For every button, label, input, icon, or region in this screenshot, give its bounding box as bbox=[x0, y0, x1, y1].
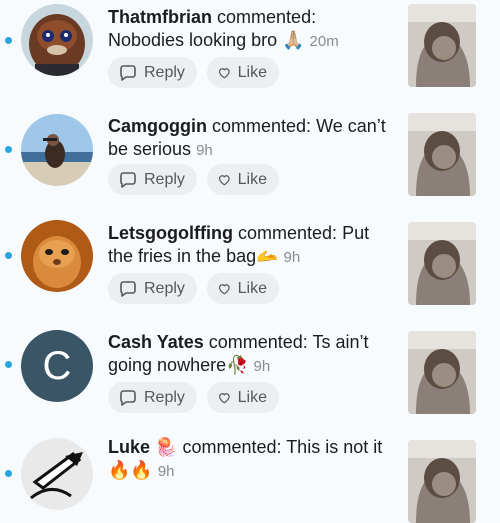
notification-row[interactable]: Luke 🪼 commented: This is not it 🔥🔥 9h bbox=[0, 436, 500, 523]
unread-dot bbox=[5, 470, 12, 477]
reply-button[interactable]: Reply bbox=[108, 164, 197, 195]
timestamp: 9h bbox=[196, 142, 213, 159]
timestamp: 20m bbox=[309, 33, 339, 50]
reply-label: Reply bbox=[144, 63, 185, 81]
unread-dot bbox=[5, 252, 12, 259]
unread-dot bbox=[5, 37, 12, 44]
action-text: commented: bbox=[212, 116, 312, 136]
notification-row[interactable]: Letsgogolffing commented: Put the fries … bbox=[0, 218, 500, 327]
avatar[interactable] bbox=[21, 438, 93, 510]
comment-text: Camgoggin commented: We can’t be serious… bbox=[108, 115, 393, 162]
reply-button[interactable]: Reply bbox=[108, 57, 197, 88]
action-text: commented: bbox=[182, 437, 282, 457]
reply-icon bbox=[120, 64, 136, 81]
username[interactable]: Camgoggin bbox=[108, 116, 207, 136]
notification-row[interactable]: Thatmfbrian commented: Nobodies looking … bbox=[0, 0, 500, 109]
action-text: commented: bbox=[208, 332, 308, 352]
video-thumbnail-image bbox=[408, 113, 476, 196]
username[interactable]: Luke 🪼 bbox=[108, 437, 177, 457]
comment-body: Nobodies looking bro 🙏🏼 bbox=[108, 30, 305, 50]
video-thumbnail-image bbox=[408, 222, 476, 305]
like-button[interactable]: Like bbox=[207, 164, 279, 195]
timestamp: 9h bbox=[283, 249, 301, 266]
video-thumbnail[interactable] bbox=[408, 4, 476, 87]
heart-icon bbox=[218, 283, 230, 294]
timestamp: 9h bbox=[157, 463, 175, 480]
comment-text: Thatmfbrian commented: Nobodies looking … bbox=[108, 6, 393, 53]
comment-text: Luke 🪼 commented: This is not it 🔥🔥 9h bbox=[108, 436, 393, 483]
heart-icon bbox=[218, 174, 230, 185]
reply-icon bbox=[120, 389, 136, 406]
reply-button[interactable]: Reply bbox=[108, 382, 197, 413]
video-thumbnail-image bbox=[408, 331, 476, 414]
like-label: Like bbox=[237, 170, 267, 188]
timestamp: 9h bbox=[253, 358, 271, 375]
like-label: Like bbox=[237, 63, 267, 81]
comment-text: Letsgogolffing commented: Put the fries … bbox=[108, 222, 393, 269]
like-button[interactable]: Like bbox=[207, 273, 279, 304]
drawing-avatar-icon bbox=[21, 438, 93, 510]
avatar[interactable] bbox=[21, 4, 93, 76]
like-label: Like bbox=[237, 279, 267, 297]
reply-icon bbox=[120, 171, 136, 188]
reply-label: Reply bbox=[144, 279, 185, 297]
like-button[interactable]: Like bbox=[207, 382, 279, 413]
notification-row[interactable]: C Cash Yates commented: Ts ain’t going n… bbox=[0, 327, 500, 436]
video-thumbnail[interactable] bbox=[408, 222, 476, 305]
reply-label: Reply bbox=[144, 170, 185, 188]
video-thumbnail-image bbox=[408, 4, 476, 87]
avatar[interactable] bbox=[21, 220, 93, 292]
username[interactable]: Thatmfbrian bbox=[108, 7, 212, 27]
cat-avatar-icon bbox=[21, 220, 93, 292]
video-thumbnail[interactable] bbox=[408, 331, 476, 414]
action-text: commented: bbox=[217, 7, 317, 27]
like-button[interactable]: Like bbox=[207, 57, 279, 88]
beach-avatar-icon bbox=[21, 114, 93, 186]
reply-label: Reply bbox=[144, 388, 185, 406]
video-thumbnail[interactable] bbox=[408, 113, 476, 196]
notification-row[interactable]: Camgoggin commented: We can’t be serious… bbox=[0, 109, 500, 218]
video-thumbnail-image bbox=[408, 440, 476, 523]
character-avatar-icon bbox=[21, 4, 93, 76]
reply-button[interactable]: Reply bbox=[108, 273, 197, 304]
heart-icon bbox=[218, 67, 230, 78]
heart-icon bbox=[218, 392, 230, 403]
avatar[interactable] bbox=[21, 114, 93, 186]
reply-icon bbox=[120, 280, 136, 297]
avatar[interactable]: C bbox=[21, 330, 93, 402]
username[interactable]: Letsgogolffing bbox=[108, 223, 233, 243]
video-thumbnail[interactable] bbox=[408, 440, 476, 523]
unread-dot bbox=[5, 361, 12, 368]
comment-text: Cash Yates commented: Ts ain’t going now… bbox=[108, 331, 393, 378]
unread-dot bbox=[5, 146, 12, 153]
like-label: Like bbox=[237, 388, 267, 406]
action-text: commented: bbox=[238, 223, 338, 243]
username[interactable]: Cash Yates bbox=[108, 332, 204, 352]
